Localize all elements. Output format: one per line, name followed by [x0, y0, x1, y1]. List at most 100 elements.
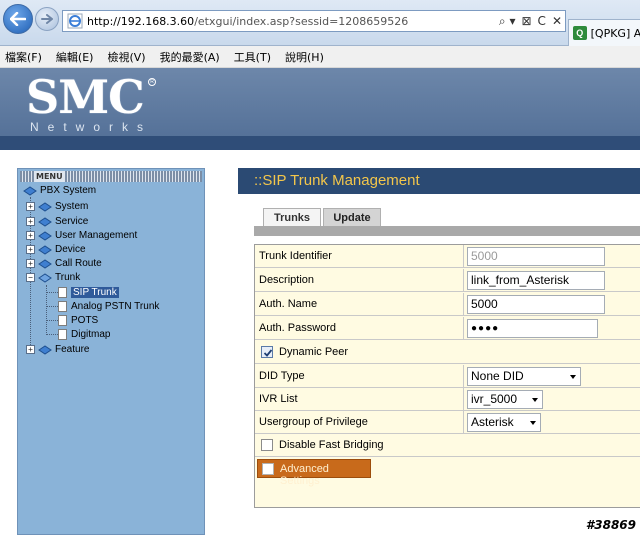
sidebar-item-system[interactable]: + System: [26, 199, 88, 213]
row-trunk-identifier: Trunk Identifier 5000: [255, 245, 640, 268]
forward-arrow-icon: [41, 14, 53, 24]
ivr-list-value: ivr_5000: [471, 392, 518, 406]
registered-mark: R: [148, 78, 156, 86]
url-host: http://192.168.3.60: [87, 14, 195, 28]
column-divider: [463, 245, 464, 268]
expand-icon[interactable]: +: [26, 201, 35, 211]
tree-label-pbx-system: PBX System: [40, 184, 97, 196]
column-divider: [463, 388, 464, 411]
compat-view-icon[interactable]: ⊠: [521, 14, 531, 28]
column-divider: [463, 411, 464, 434]
ivr-list-select[interactable]: ivr_5000: [467, 390, 543, 409]
did-type-select[interactable]: None DID: [467, 367, 581, 386]
collapse-icon[interactable]: −: [26, 272, 35, 282]
watermark: #38869: [585, 518, 636, 532]
sidebar-item-label: User Management: [55, 229, 138, 241]
sidebar-item-call-route[interactable]: + Call Route: [26, 256, 102, 270]
row-description: Description link_from_Asterisk: [255, 269, 640, 292]
sidebar-item-label: Digitmap: [71, 328, 111, 340]
sidebar-item-label: Service: [55, 215, 89, 227]
sidebar-item-service[interactable]: + Service: [26, 214, 88, 228]
sidebar-item-sip-trunk[interactable]: SIP Trunk: [58, 285, 119, 299]
row-dynamic-peer: Dynamic Peer: [255, 341, 640, 364]
menu-view[interactable]: 檢視(V): [107, 49, 145, 65]
sidebar-item-digitmap[interactable]: Digitmap: [58, 327, 110, 341]
row-ivr-list: IVR List ivr_5000: [255, 388, 640, 411]
tree-connector: [46, 320, 58, 321]
expand-icon[interactable]: +: [26, 244, 35, 254]
auth-name-field[interactable]: 5000: [467, 295, 605, 314]
browser-tab[interactable]: Q [QPKG] As: [568, 19, 640, 46]
row-fast-bridging: Disable Fast Bridging: [255, 434, 640, 457]
sidebar-item-pots[interactable]: POTS: [58, 313, 98, 327]
stop-icon[interactable]: ✕: [552, 14, 562, 28]
sidebar-item-trunk[interactable]: − Trunk: [26, 270, 80, 284]
refresh-icon[interactable]: C: [538, 14, 546, 28]
document-icon: [58, 314, 67, 326]
dynamic-peer-label: Dynamic Peer: [279, 346, 349, 358]
tree-connector: [46, 306, 58, 307]
browser-menubar: 檔案(F) 編輯(E) 檢視(V) 我的最愛(A) 工具(T) 說明(H): [0, 46, 640, 68]
tree-root-pbx-system[interactable]: PBX System: [23, 183, 96, 197]
did-type-value: None DID: [471, 369, 524, 383]
usergroup-select[interactable]: Asterisk: [467, 413, 541, 432]
browser-chrome: http://192.168.3.60/etxgui/index.asp?ses…: [0, 0, 640, 46]
menu-tools[interactable]: 工具(T): [234, 49, 271, 65]
tab-update[interactable]: Update: [323, 208, 381, 226]
logo-subtitle: Networks: [30, 120, 153, 134]
usergroup-label: Usergroup of Privilege: [259, 416, 368, 428]
column-divider: [463, 269, 464, 292]
expand-icon[interactable]: +: [26, 344, 35, 354]
menu-edit[interactable]: 編輯(E): [56, 49, 94, 65]
sidebar-item-label: Device: [55, 243, 86, 255]
expand-icon[interactable]: +: [26, 216, 35, 226]
url-text[interactable]: http://192.168.3.60/etxgui/index.asp?ses…: [87, 15, 496, 28]
menu-file[interactable]: 檔案(F): [5, 49, 42, 65]
description-field[interactable]: link_from_Asterisk: [467, 271, 605, 290]
sidebar-item-user-management[interactable]: + User Management: [26, 228, 137, 242]
usergroup-value: Asterisk: [471, 415, 514, 429]
dynamic-peer-checkbox[interactable]: [261, 346, 273, 358]
search-icon[interactable]: ⌕ ▾: [499, 14, 516, 29]
sidebar-item-label: POTS: [71, 314, 99, 326]
folder-icon: [38, 216, 52, 227]
back-button[interactable]: [3, 4, 33, 34]
sidebar-item-analog-pstn-trunk[interactable]: Analog PSTN Trunk: [58, 299, 159, 313]
expand-icon[interactable]: +: [26, 258, 35, 268]
document-icon: [58, 300, 67, 312]
row-did-type: DID Type None DID: [255, 365, 640, 388]
disable-fast-bridging-label: Disable Fast Bridging: [279, 439, 384, 451]
tab-trunks[interactable]: Trunks: [263, 208, 321, 226]
forward-button[interactable]: [35, 7, 59, 31]
url-path: /etxgui/index.asp?sessid=1208659526: [194, 14, 409, 28]
tree-connector: [46, 292, 58, 293]
main-content: ::SIP Trunk Management Trunks Update Tru…: [238, 168, 640, 535]
sidebar-item-feature[interactable]: + Feature: [26, 342, 89, 356]
tab-strip: Trunks Update: [238, 194, 640, 238]
smc-logo: SMC: [26, 70, 145, 124]
header-band: [0, 136, 640, 150]
page-icon: [67, 13, 83, 29]
expand-icon[interactable]: +: [26, 230, 35, 240]
sidebar-item-device[interactable]: + Device: [26, 242, 86, 256]
menu-title: MENU: [34, 171, 65, 182]
sip-trunk-form: Trunk Identifier 5000 Description link_f…: [254, 244, 640, 508]
menu-favorites[interactable]: 我的最愛(A): [160, 49, 220, 65]
address-bar[interactable]: http://192.168.3.60/etxgui/index.asp?ses…: [62, 10, 566, 32]
sidebar-item-label: Feature: [55, 343, 90, 355]
menu-help[interactable]: 說明(H): [285, 49, 324, 65]
advanced-settings-toggle[interactable]: Advanced Settings: [257, 459, 371, 487]
disable-fast-bridging-checkbox[interactable]: [261, 439, 273, 451]
tree-connector: [46, 334, 58, 335]
advanced-settings-label: Advanced Settings: [280, 463, 329, 487]
dropdown-arrow-icon: [530, 421, 536, 425]
column-divider: [463, 317, 464, 340]
back-arrow-icon: [10, 12, 26, 26]
folder-icon: [38, 258, 52, 269]
advanced-settings-checkbox[interactable]: [262, 463, 274, 475]
did-type-label: DID Type: [259, 370, 305, 382]
folder-icon: [38, 244, 52, 255]
dropdown-arrow-icon: [570, 375, 576, 379]
sidebar-item-label: Trunk: [55, 271, 81, 283]
auth-password-field[interactable]: ●●●●: [467, 319, 598, 338]
